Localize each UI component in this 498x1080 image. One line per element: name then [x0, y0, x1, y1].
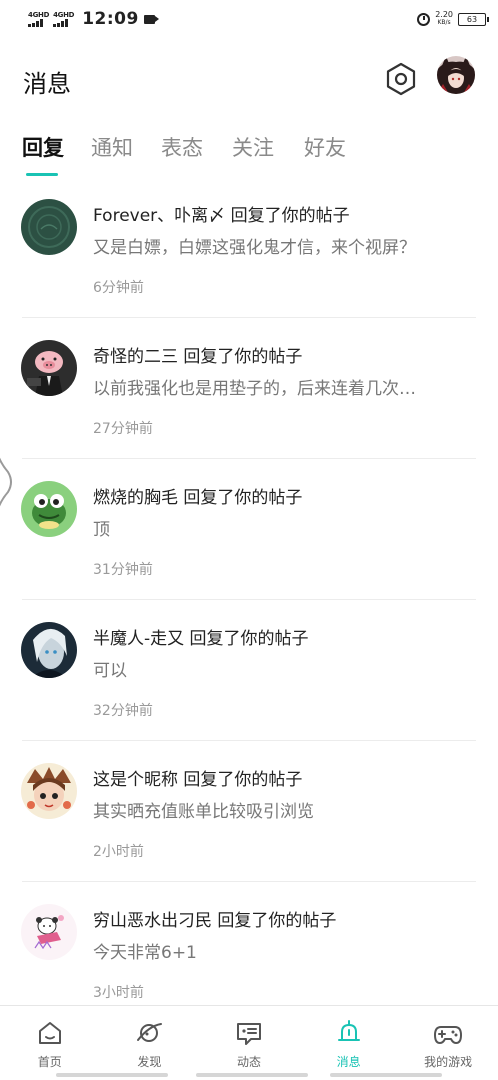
nav-feed[interactable]: 动态 [199, 1006, 299, 1080]
gamepad-icon [434, 1026, 463, 1044]
message-time: 31分钟前 [93, 562, 153, 578]
settings-hexagon-icon [386, 62, 416, 96]
nav-label: 动态 [236, 1055, 261, 1069]
planet-icon [137, 1023, 163, 1042]
bell-icon [337, 1020, 360, 1041]
sender-name[interactable]: 奇怪的二三 [93, 347, 178, 367]
avatar[interactable] [21, 340, 77, 396]
message-action: 回复了你的帖子 [217, 911, 337, 931]
message-time: 32分钟前 [93, 703, 153, 719]
nav-label: 发现 [137, 1055, 162, 1069]
message-action: 回复了你的帖子 [230, 206, 350, 226]
tab-notification[interactable]: 通知 [91, 132, 133, 162]
app-header: 消息 [0, 50, 498, 110]
avatar-image [21, 340, 77, 396]
network-speed-unit: KB/s [437, 19, 451, 26]
avatar-image [21, 622, 77, 678]
nav-label: 我的游戏 [424, 1055, 473, 1069]
avatar[interactable] [21, 622, 77, 678]
signal-bars-icon [53, 19, 69, 27]
settings-button[interactable] [383, 61, 419, 97]
nav-label: 首页 [37, 1055, 62, 1069]
nav-home[interactable]: 首页 [0, 1006, 100, 1080]
message-title: 燃烧的胸毛 回复了你的帖子 [93, 483, 302, 508]
avatar-image [21, 763, 77, 819]
message-list: Forever、卟离〆 回复了你的帖子 又是白嫖，白嫖这强化鬼才信，来个视屏？ … [0, 177, 498, 1023]
profile-avatar-image [437, 56, 475, 94]
signal-bars-icon [28, 19, 43, 27]
message-preview: 又是白嫖，白嫖这强化鬼才信，来个视屏？ [93, 238, 416, 258]
sender-name[interactable]: 这是个昵称 [93, 770, 178, 790]
list-item[interactable]: 穷山恶水出刁民 回复了你的帖子 今天非常6+1 3小时前 [0, 882, 498, 1023]
message-preview: 顶 [93, 520, 110, 540]
avatar-image [21, 904, 77, 960]
list-item[interactable]: 奇怪的二三 回复了你的帖子 以前我强化也是用垫子的，后来连着几次… 27分钟前 [0, 318, 498, 459]
system-nav-bar [330, 1073, 442, 1077]
message-title: 这是个昵称 回复了你的帖子 [93, 765, 302, 790]
avatar-image [21, 199, 77, 255]
network-speed: 2.20 KB/s [435, 11, 453, 27]
sender-name[interactable]: 燃烧的胸毛 [93, 488, 178, 508]
edge-swipe-handle[interactable] [0, 428, 18, 536]
avatar[interactable] [21, 481, 77, 537]
signal-label: 4GHD [53, 11, 75, 19]
nav-my-games[interactable]: 我的游戏 [398, 1006, 498, 1080]
nav-messages[interactable]: 消息 [299, 1006, 399, 1080]
message-action: 回复了你的帖子 [183, 770, 303, 790]
message-preview: 其实晒充值账单比较吸引浏览 [93, 802, 314, 822]
message-action: 回复了你的帖子 [189, 629, 309, 649]
home-icon [38, 1022, 61, 1044]
page-title: 消息 [23, 70, 71, 98]
network-speed-value: 2.20 [435, 10, 453, 19]
clock: 12:09 [82, 9, 139, 29]
message-title: Forever、卟离〆 回复了你的帖子 [93, 201, 350, 226]
profile-avatar[interactable] [437, 56, 475, 94]
avatar[interactable] [21, 904, 77, 960]
message-preview: 可以 [93, 661, 127, 681]
message-title: 奇怪的二三 回复了你的帖子 [93, 342, 302, 367]
list-item[interactable]: Forever、卟离〆 回复了你的帖子 又是白嫖，白嫖这强化鬼才信，来个视屏？ … [0, 177, 498, 318]
nav-label: 消息 [336, 1055, 361, 1069]
battery-icon: 63 [458, 12, 489, 26]
message-time: 27分钟前 [93, 421, 153, 437]
status-bar: 4GHD 4GHD 12:09 2.20 KB/s 63 [0, 0, 498, 38]
battery-level: 63 [466, 14, 478, 24]
message-time: 3小时前 [93, 985, 144, 1001]
message-title: 半魔人-走又 回复了你的帖子 [93, 624, 309, 649]
message-tabs: 回复 通知 表态 关注 好友 [0, 128, 498, 180]
message-preview: 以前我强化也是用垫子的，后来连着几次… [93, 379, 416, 399]
video-recording-icon [143, 14, 159, 24]
tab-reaction[interactable]: 表态 [161, 132, 203, 162]
message-action: 回复了你的帖子 [183, 488, 303, 508]
active-tab-indicator [26, 173, 58, 176]
message-time: 6分钟前 [93, 280, 144, 296]
tab-follow[interactable]: 关注 [232, 132, 274, 162]
sender-name[interactable]: 穷山恶水出刁民 [93, 911, 212, 931]
avatar[interactable] [21, 199, 77, 255]
list-item[interactable]: 这是个昵称 回复了你的帖子 其实晒充值账单比较吸引浏览 2小时前 [0, 741, 498, 882]
message-preview: 今天非常6+1 [93, 943, 197, 963]
alarm-clock-icon [417, 12, 431, 26]
message-title: 穷山恶水出刁民 回复了你的帖子 [93, 906, 336, 931]
signal-indicator-1: 4GHD [28, 11, 49, 27]
message-time: 2小时前 [93, 844, 144, 860]
avatar-image [21, 481, 77, 537]
avatar[interactable] [21, 763, 77, 819]
message-action: 回复了你的帖子 [183, 347, 303, 367]
chat-icon [236, 1023, 261, 1045]
sender-name[interactable]: Forever、卟离〆 [93, 206, 225, 226]
signal-indicator-2: 4GHD [53, 11, 74, 27]
tab-friends[interactable]: 好友 [304, 132, 346, 162]
signal-label: 4GHD [28, 11, 50, 19]
tab-reply[interactable]: 回复 [22, 132, 64, 162]
system-nav-bar [56, 1073, 168, 1077]
list-item[interactable]: 燃烧的胸毛 回复了你的帖子 顶 31分钟前 [0, 459, 498, 600]
bottom-navigation: 首页 发现 动态 消息 我的游戏 [0, 1005, 498, 1080]
list-item[interactable]: 半魔人-走又 回复了你的帖子 可以 32分钟前 [0, 600, 498, 741]
sender-name[interactable]: 半魔人-走又 [93, 629, 184, 649]
system-nav-bar [196, 1073, 308, 1077]
nav-discover[interactable]: 发现 [100, 1006, 200, 1080]
